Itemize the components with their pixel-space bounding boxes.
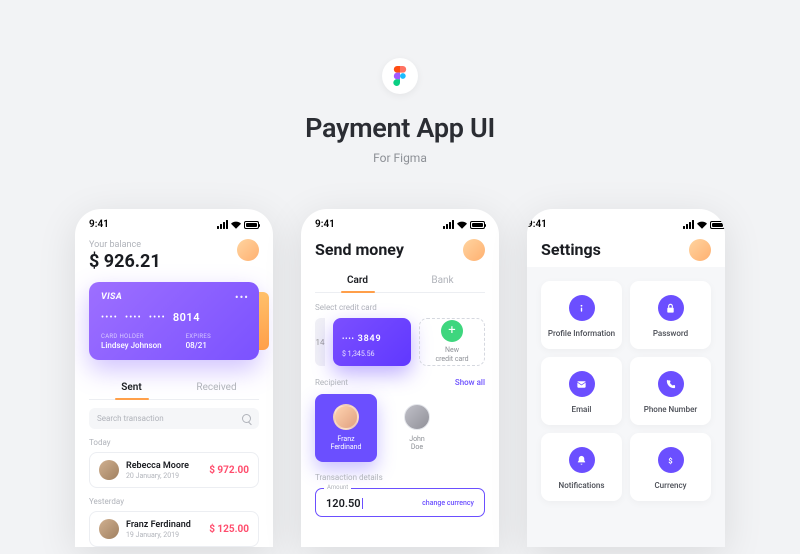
amount-value: 120.50	[326, 497, 363, 510]
transaction-row[interactable]: Rebecca Moore20 January, 2019 $ 972.00	[89, 452, 259, 488]
battery-icon	[244, 221, 259, 229]
new-card-label: New credit card	[435, 346, 468, 364]
balance-label: Your balance	[89, 240, 259, 250]
card-peek-prev[interactable]: 14	[315, 318, 325, 366]
transaction-details-label: Transaction details	[315, 473, 485, 482]
screen-send-money: 9:41 Send money Card Bank Select credit …	[301, 209, 499, 547]
battery-icon	[470, 221, 485, 229]
settings-profile[interactable]: Profile Information	[541, 281, 622, 349]
tx-name: Rebecca Moore	[126, 461, 202, 471]
phone-icon	[658, 371, 684, 397]
status-bar: 9:41	[75, 209, 273, 236]
wifi-icon	[457, 221, 467, 229]
show-all-link[interactable]: Show all	[455, 378, 485, 387]
tx-amount: $ 125.00	[209, 524, 249, 535]
plus-icon: +	[441, 320, 463, 342]
tab-bank[interactable]: Bank	[400, 269, 485, 292]
email-icon	[569, 371, 595, 397]
signal-icon	[683, 220, 694, 229]
avatar	[99, 519, 119, 539]
lock-icon	[658, 295, 684, 321]
dollar-icon: $	[658, 447, 684, 473]
avatar	[333, 404, 359, 430]
battery-icon	[710, 221, 725, 229]
signal-icon	[217, 220, 228, 229]
bell-icon	[569, 447, 595, 473]
card-peek-next[interactable]	[259, 292, 269, 350]
card-menu-icon[interactable]: •••	[235, 291, 249, 304]
amount-input[interactable]: Amount 120.50 change currency	[315, 488, 485, 517]
hero-title: Payment App UI	[0, 112, 800, 144]
recipient-card[interactable]: Franz Ferdinand	[315, 394, 377, 462]
recipient-card[interactable]: John Doe	[386, 394, 448, 462]
yesterday-label: Yesterday	[89, 497, 259, 506]
tx-name: Franz Ferdinand	[126, 520, 202, 530]
screen-settings: 9:41 Settings Profile Information Passwo…	[527, 209, 725, 547]
status-bar: 9:41	[301, 209, 499, 236]
card-brand: VISA	[101, 292, 247, 302]
recipient-name: Franz Ferdinand	[331, 435, 362, 452]
settings-email[interactable]: Email	[541, 357, 622, 425]
settings-password[interactable]: Password	[630, 281, 711, 349]
select-card-label: Select credit card	[315, 303, 485, 312]
svg-text:$: $	[668, 456, 672, 465]
status-time: 9:41	[89, 219, 109, 230]
search-input[interactable]: Search transaction	[89, 408, 259, 429]
transaction-row[interactable]: Franz Ferdinand19 January, 2019 $ 125.00	[89, 511, 259, 547]
page-title: Settings	[541, 240, 711, 259]
tab-received[interactable]: Received	[174, 376, 259, 399]
status-time: 9:41	[315, 219, 335, 230]
expires-label: EXPIRES	[186, 333, 211, 340]
tab-sent[interactable]: Sent	[89, 376, 174, 399]
expires-value: 08/21	[186, 341, 211, 350]
avatar[interactable]	[463, 239, 485, 261]
status-bar: 9:41	[527, 209, 725, 236]
recipient-name: John Doe	[409, 435, 425, 452]
balance-value: $ 926.21	[89, 251, 259, 272]
settings-phone[interactable]: Phone Number	[630, 357, 711, 425]
avatar	[404, 404, 430, 430]
tx-date: 19 January, 2019	[126, 531, 202, 539]
status-time: 9:41	[527, 219, 547, 230]
card-number: ••••••••••••8014	[101, 311, 247, 324]
tx-date: 20 January, 2019	[126, 472, 202, 480]
transaction-tabs: Sent Received	[89, 376, 259, 400]
card-balance: $ 1,345.56	[342, 350, 402, 358]
amount-label: Amount	[324, 484, 351, 491]
holder-name: Lindsey Johnson	[101, 341, 162, 350]
wifi-icon	[231, 221, 241, 229]
page-title: Send money	[315, 240, 485, 259]
credit-card[interactable]: VISA ••• ••••••••••••8014 CARD HOLDERLin…	[89, 282, 259, 360]
send-tabs: Card Bank	[315, 269, 485, 293]
avatar[interactable]	[237, 239, 259, 261]
card-number: ••••3849	[342, 334, 402, 344]
settings-notifications[interactable]: Notifications	[541, 433, 622, 501]
figma-logo	[382, 58, 418, 94]
info-icon	[569, 295, 595, 321]
change-currency-link[interactable]: change currency	[422, 499, 474, 507]
holder-label: CARD HOLDER	[101, 333, 162, 340]
signal-icon	[443, 220, 454, 229]
settings-currency[interactable]: $Currency	[630, 433, 711, 501]
search-icon	[242, 414, 251, 423]
today-label: Today	[89, 438, 259, 447]
screen-balance: 9:41 Your balance $ 926.21 VISA ••• ••••…	[75, 209, 273, 547]
tab-card[interactable]: Card	[315, 269, 400, 292]
credit-card-small[interactable]: ••••3849 $ 1,345.56	[333, 318, 411, 366]
avatar[interactable]	[689, 239, 711, 261]
hero-subtitle: For Figma	[0, 151, 800, 165]
recipient-label: Recipient	[315, 378, 348, 387]
tx-amount: $ 972.00	[209, 465, 249, 476]
new-card-button[interactable]: + New credit card	[419, 318, 485, 366]
avatar	[99, 460, 119, 480]
wifi-icon	[697, 221, 707, 229]
